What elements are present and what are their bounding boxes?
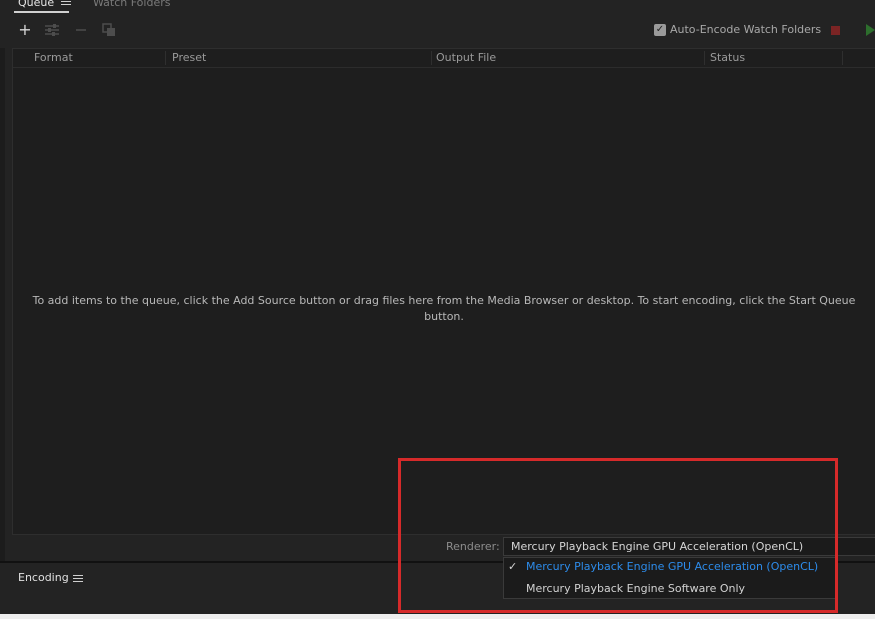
tab-watch-folders[interactable]: Watch Folders xyxy=(93,0,170,12)
column-separator[interactable] xyxy=(704,51,705,65)
column-header-preset[interactable]: Preset xyxy=(172,49,206,67)
auto-encode-checkbox[interactable]: ✓ xyxy=(654,24,666,36)
column-header-output-file[interactable]: Output File xyxy=(436,49,496,67)
column-separator[interactable] xyxy=(842,51,843,65)
header-divider xyxy=(13,67,875,68)
left-panel-edge xyxy=(0,48,5,561)
queue-empty-message: To add items to the queue, click the Add… xyxy=(32,294,856,323)
annotation-highlight-box xyxy=(398,458,838,613)
minus-icon[interactable] xyxy=(73,22,89,38)
column-header-format[interactable]: Format xyxy=(34,49,73,67)
queue-menu-icon[interactable] xyxy=(61,0,71,7)
window-bottom-edge xyxy=(0,614,875,619)
auto-encode-label[interactable]: Auto-Encode Watch Folders xyxy=(670,22,821,38)
column-separator[interactable] xyxy=(165,51,166,65)
column-header-status[interactable]: Status xyxy=(710,49,745,67)
column-separator[interactable] xyxy=(431,51,432,65)
encoding-menu-icon[interactable] xyxy=(73,573,83,584)
plus-icon[interactable]: + xyxy=(17,22,33,38)
active-tab-indicator xyxy=(14,11,69,13)
sliders-icon[interactable] xyxy=(44,22,60,38)
start-queue-button[interactable] xyxy=(866,24,875,36)
encoding-panel-title[interactable]: Encoding xyxy=(18,570,69,586)
stop-queue-button[interactable] xyxy=(831,26,840,35)
duplicate-icon[interactable] xyxy=(101,22,117,38)
